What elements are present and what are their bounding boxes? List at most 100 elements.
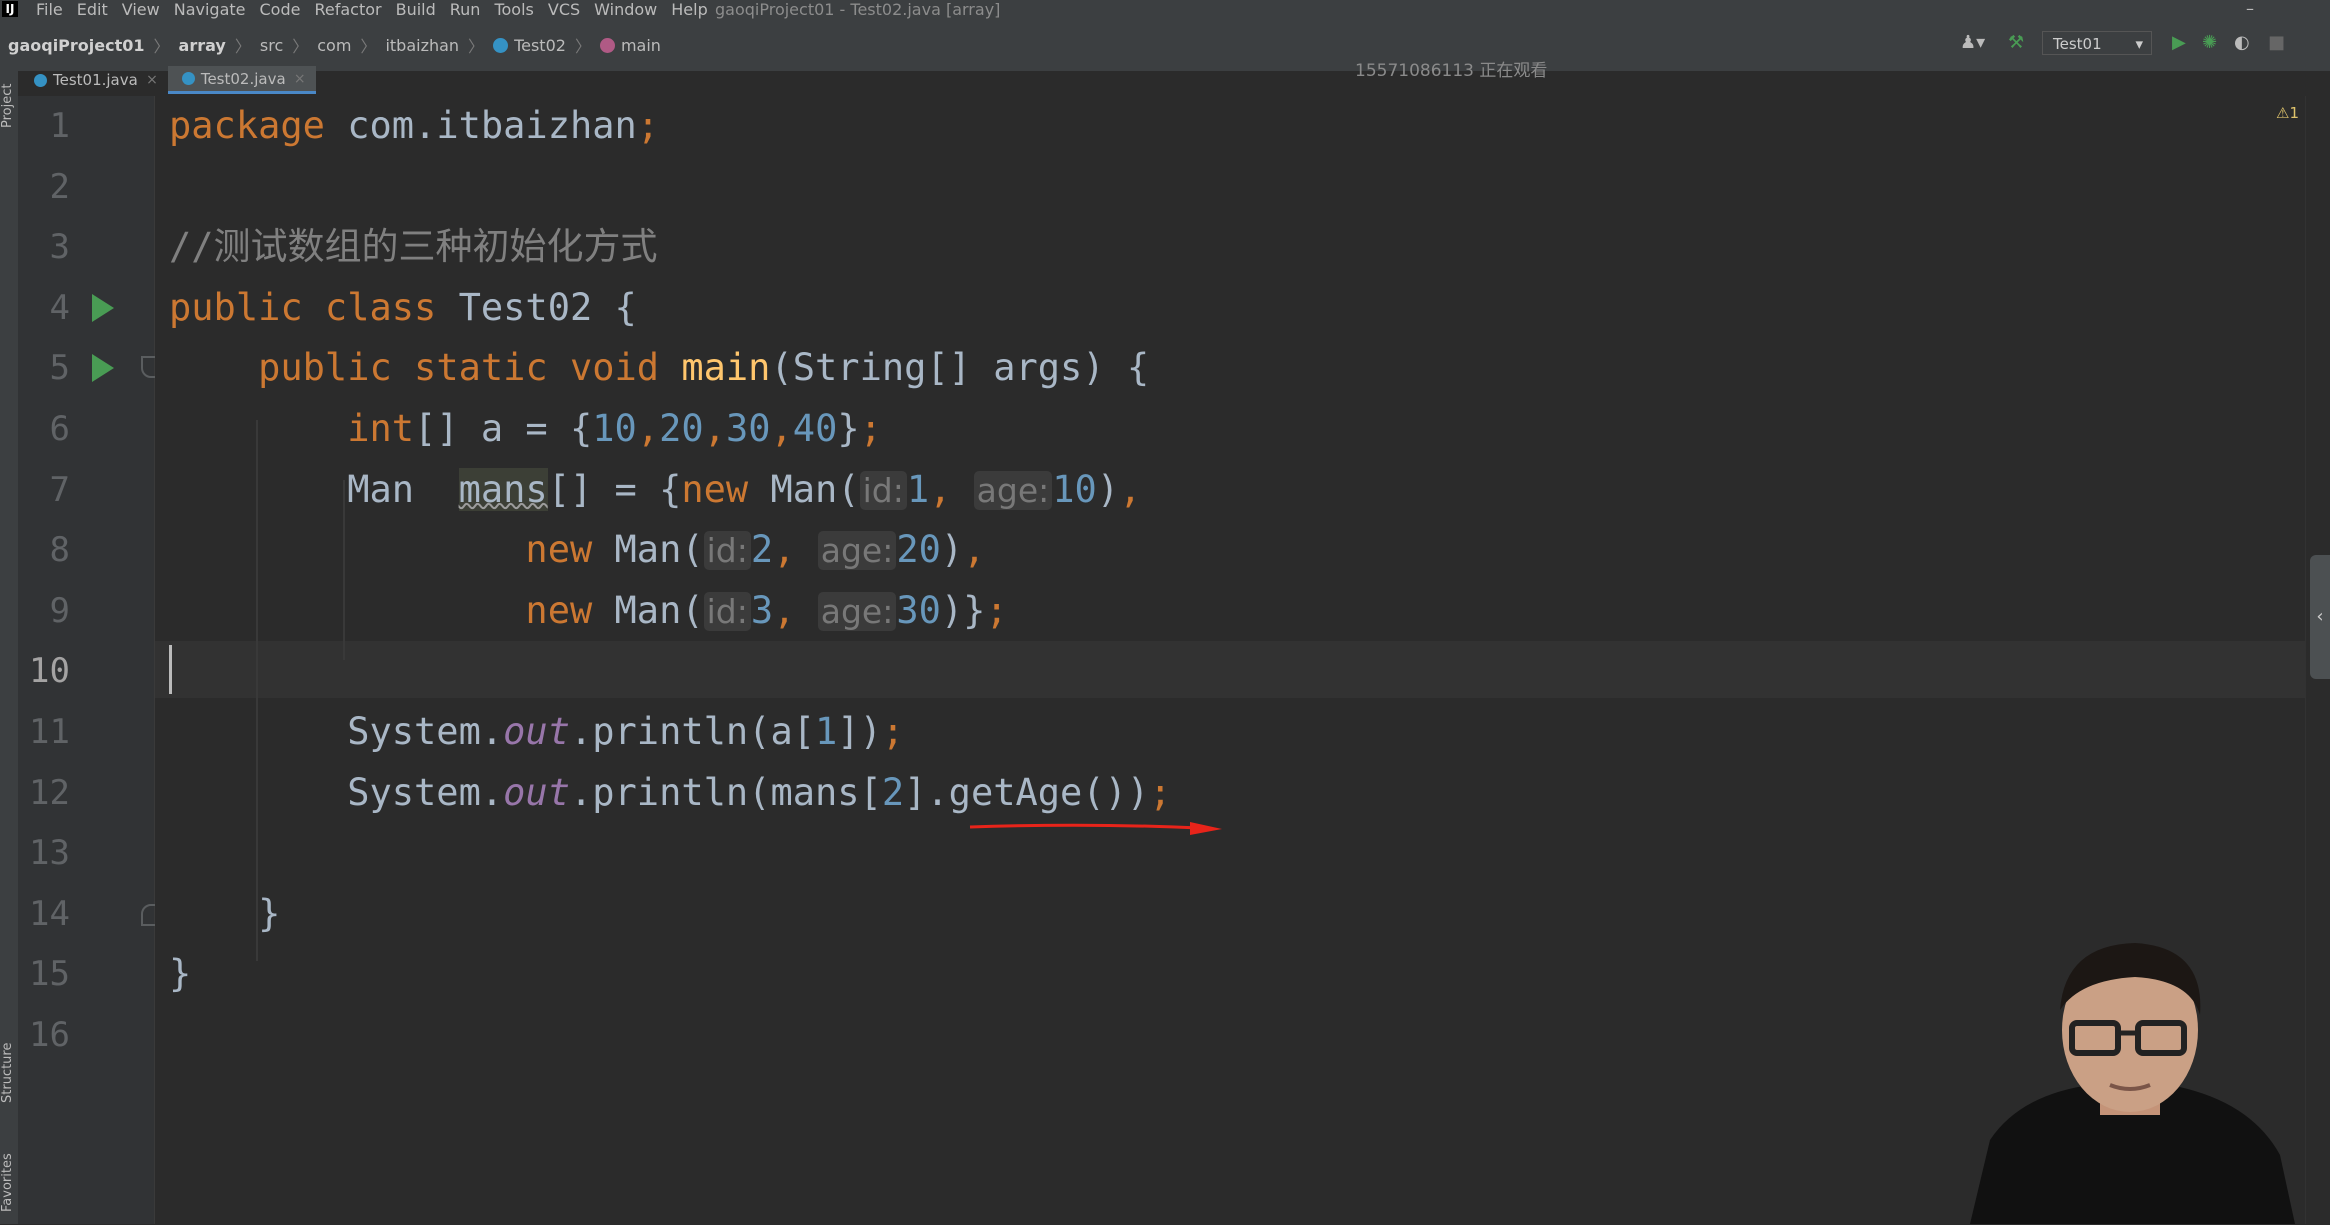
breadcrumb-item[interactable]: gaoqiProject01 [8,36,145,55]
run-gutter-icon[interactable] [92,354,114,383]
code-token: [] a = { [414,407,593,450]
menu-view[interactable]: View [122,0,169,19]
project-tool-button[interactable]: Project [0,71,18,141]
coverage-icon[interactable]: ◐ [2234,33,2250,53]
parameter-hint: age: [817,531,897,571]
static-field-token: out [503,710,570,753]
keyword-token: public static void [258,346,682,390]
code-token: Man( [614,588,704,632]
keyword-token: public class [169,285,459,329]
breadcrumb-item[interactable]: 〉 itbaizhan [351,33,459,57]
line-number: 12 [29,772,70,813]
menu-tools[interactable]: Tools [494,0,542,19]
run-gutter-icon[interactable] [92,293,114,322]
breadcrumb-item[interactable]: 〉 array [145,33,226,57]
parameter-hint: age: [817,591,897,631]
red-annotation-arrow [969,822,1222,835]
warning-indicator[interactable]: ⚠1 [2276,104,2299,122]
code-token: .println(a[ [569,710,816,753]
line-number: 16 [29,1015,70,1055]
chevron-right-icon: 〉 [574,37,591,56]
keyword-token: ; [859,407,882,450]
tab-test01-java[interactable]: Test01.java × [20,66,168,94]
favorites-tool-button[interactable]: Favorites [0,1141,18,1225]
keyword-token: , [703,407,726,450]
number-token: 2 [750,528,774,572]
chevron-down-icon: ▾ [2135,35,2143,53]
keyword-token: , [1119,467,1142,511]
tab-test02-java[interactable]: Test02.java × [167,65,316,94]
build-hammer-icon[interactable]: ⚒ [2008,33,2024,53]
code-line: } [169,884,280,944]
structure-tool-button[interactable]: Structure [0,1031,18,1115]
current-line-highlight [155,641,2305,698]
line-number: 9 [49,590,70,631]
number-token: 40 [792,407,838,450]
method-name-token: main [681,346,771,390]
menu-help[interactable]: Help [671,0,716,19]
code-line: public class Test02 { [169,278,637,338]
window-title: gaoqiProject01 - Test02.java [array] [715,0,1001,19]
keyword-token: ; [985,588,1008,632]
line-number: 5 [49,348,70,389]
chevron-right-icon: 〉 [234,37,251,56]
code-token: System. [169,770,504,814]
code-token: } [169,952,192,996]
menu-run[interactable]: Run [450,0,490,19]
minimize-button[interactable]: – [2246,0,2254,17]
line-number: 4 [49,287,70,328]
left-tool-strip: Project Structure Favorites [0,71,18,1224]
breadcrumb-item[interactable]: 〉 Test02 [459,33,566,57]
keyword-token: , [773,528,818,572]
code-token: ]) [837,710,882,753]
breadcrumb-label: src [259,35,284,55]
code-token: ) [1096,467,1120,511]
line-number: 10 [29,651,70,692]
menu-code[interactable]: Code [260,0,310,19]
line-number: 3 [49,227,70,268]
code-token: ) [940,528,964,572]
number-token: 1 [906,467,930,511]
static-field-token: out [503,770,570,814]
debug-icon[interactable]: ✺ [2202,33,2217,53]
menu-file[interactable]: File [36,0,72,19]
keyword-token: new [525,528,615,572]
keyword-token: ; [1149,770,1172,814]
line-number: 6 [49,409,70,449]
menu-window[interactable]: Window [594,0,666,19]
line-number: 13 [29,833,70,874]
keyword-token: ; [881,710,905,753]
stop-icon[interactable]: ■ [2268,33,2285,53]
breadcrumb-label: main [620,35,661,55]
breadcrumb-item[interactable]: 〉 src [226,33,283,57]
collapse-panel-handle[interactable]: ‹ [2310,555,2330,679]
menu-navigate[interactable]: Navigate [174,0,255,19]
user-icon[interactable]: ♟▾ [1960,33,1985,53]
keyword-token: new [525,588,615,632]
run-config-select[interactable]: Test01 ▾ [2042,31,2152,55]
breadcrumb-label: com [317,35,352,55]
line-number: 15 [29,954,70,995]
breadcrumb-label: array [178,35,226,55]
code-line: System.out.println(a[1]); [169,702,904,762]
menu-bar: IJ File Edit View Navigate Code Refactor Build… [0,0,2330,19]
line-number: 14 [29,893,70,934]
code-line: package com.itbaizhan; [169,96,659,156]
chevron-left-icon: ‹ [2316,606,2324,627]
run-icon[interactable]: ▶ [2172,33,2186,53]
menu-vcs[interactable]: VCS [548,0,589,19]
breadcrumb-item[interactable]: 〉 com [283,33,351,57]
number-token: 1 [815,710,838,753]
chevron-right-icon: 〉 [292,37,309,56]
code-token: )} [940,588,986,632]
breadcrumb-item[interactable]: 〉 main [566,33,661,57]
menu-build[interactable]: Build [396,0,445,19]
menu-refactor[interactable]: Refactor [314,0,390,19]
keyword-token: ; [636,104,660,147]
close-icon[interactable]: × [294,65,306,93]
close-icon[interactable]: × [146,66,158,94]
keyword-token: , [770,407,793,450]
menu-edit[interactable]: Edit [77,0,117,19]
